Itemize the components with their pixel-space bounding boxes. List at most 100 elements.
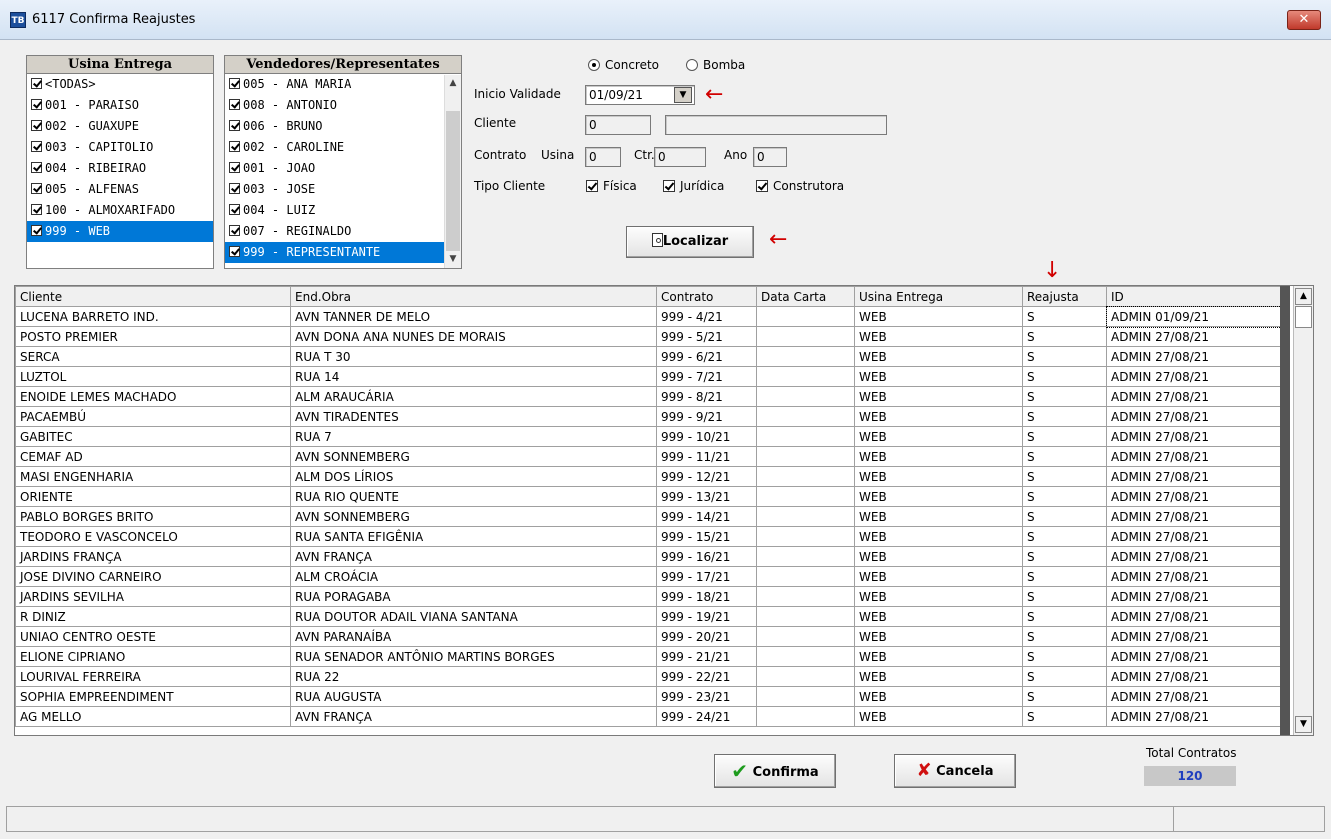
vendedores-list-item[interactable]: 004 - LUIZ xyxy=(225,200,444,221)
vendedores-list-item[interactable]: 006 - BRUNO xyxy=(225,116,444,137)
usina-field[interactable]: 0 xyxy=(585,147,621,167)
table-row[interactable]: MASI ENGENHARIA ALM DOS LÍRIOS 999 - 12/21… xyxy=(15,466,1283,487)
usina-list-item[interactable]: 002 - GUAXUPE xyxy=(27,116,213,137)
table-row[interactable]: JARDINS SEVILHA RUA PORAGABA 999 - 18/21 WE… xyxy=(15,586,1283,607)
table-row[interactable]: ORIENTE RUA RIO QUENTE 999 - 13/21 WEB S ADMI… xyxy=(15,486,1283,507)
usina-list-item[interactable]: 003 - CAPITOLIO xyxy=(27,137,213,158)
table-row[interactable]: ENOIDE LEMES MACHADO ALM ARAUCÁRIA 999 - 8… xyxy=(15,386,1283,407)
table-row[interactable]: UNIAO CENTRO OESTE AVN PARANAÍBA 999 - 20/… xyxy=(15,626,1283,647)
table-row[interactable]: AG MELLO AVN FRANÇA 999 - 24/21 WEB S ADMIN 2… xyxy=(15,706,1283,727)
table-cell: LOURIVAL FERREIRA xyxy=(15,666,291,687)
checkbox-icon[interactable] xyxy=(229,162,240,173)
column-header[interactable]: Data Carta xyxy=(756,286,855,307)
checkbox-icon[interactable] xyxy=(31,225,42,236)
date-dropdown-button[interactable]: ▼ xyxy=(674,87,692,103)
checkbox-icon[interactable] xyxy=(31,78,42,89)
table-row[interactable]: GABITEC RUA 7 999 - 10/21 WEB S ADMIN 27/08/2… xyxy=(15,426,1283,447)
table-row[interactable]: CEMAF AD AVN SONNEMBERG 999 - 11/21 WEB S ADM… xyxy=(15,446,1283,467)
checkbox-icon[interactable] xyxy=(31,120,42,131)
vendedores-list-item[interactable]: 005 - ANA MARIA xyxy=(225,74,444,95)
table-cell: S xyxy=(1022,366,1107,387)
checkbox-icon[interactable] xyxy=(229,183,240,194)
column-header[interactable]: Reajusta xyxy=(1022,286,1107,307)
table-row[interactable]: PACAEMBÚ AVN TIRADENTES 999 - 9/21 WEB S ADMI… xyxy=(15,406,1283,427)
usina-list-item[interactable]: 001 - PARAISO xyxy=(27,95,213,116)
checkbox-icon[interactable] xyxy=(229,246,240,257)
table-row[interactable]: PABLO BORGES BRITO AVN SONNEMBERG 999 - 14… xyxy=(15,506,1283,527)
table-row[interactable]: LUZTOL RUA 14 999 - 7/21 WEB S ADMIN 27/08/21 xyxy=(15,366,1283,387)
radio-concreto[interactable]: Concreto xyxy=(588,58,659,72)
close-button[interactable]: ✕ xyxy=(1287,10,1321,30)
vendedores-list-item[interactable]: 008 - ANTONIO xyxy=(225,95,444,116)
table-row[interactable]: R DINIZ RUA DOUTOR ADAIL VIANA SANTANA 999… xyxy=(15,606,1283,627)
cliente-code-field[interactable]: 0 xyxy=(585,115,651,135)
table-cell: S xyxy=(1022,526,1107,547)
ano-field[interactable]: 0 xyxy=(753,147,787,167)
vendedores-list-item[interactable]: 003 - JOSE xyxy=(225,179,444,200)
usina-list-item[interactable]: 005 - ALFENAS xyxy=(27,179,213,200)
checkbox-icon[interactable] xyxy=(31,141,42,152)
localizar-button[interactable]: Localizar xyxy=(626,226,754,258)
scroll-down-icon[interactable]: ▼ xyxy=(1295,716,1312,733)
table-cell: JARDINS SEVILHA xyxy=(15,586,291,607)
table-row[interactable]: LOURIVAL FERREIRA RUA 22 999 - 22/21 WEB S AD… xyxy=(15,666,1283,687)
scroll-thumb[interactable] xyxy=(1295,306,1312,328)
scroll-down-icon[interactable]: ▼ xyxy=(445,251,461,268)
table-cell: 999 - 8/21 xyxy=(656,386,757,407)
checkbox-icon[interactable] xyxy=(229,120,240,131)
column-header[interactable]: End.Obra xyxy=(290,286,657,307)
checkbox-icon[interactable] xyxy=(229,99,240,110)
column-header[interactable]: Usina Entrega xyxy=(854,286,1023,307)
usina-list-item[interactable]: 100 - ALMOXARIFADO xyxy=(27,200,213,221)
confirma-button[interactable]: ✔ Confirma xyxy=(714,754,836,788)
table-cell: 999 - 6/21 xyxy=(656,346,757,367)
table-cell: S xyxy=(1022,666,1107,687)
checkbox-icon[interactable] xyxy=(31,162,42,173)
column-header[interactable]: ID xyxy=(1106,286,1283,307)
table-cell: 999 - 11/21 xyxy=(656,446,757,467)
vendedores-list[interactable]: Vendedores/Representates 005 - ANA MARIA… xyxy=(224,55,462,269)
vendedores-scrollbar[interactable]: ▲ ▼ xyxy=(444,75,461,268)
vendedores-list-item[interactable]: 999 - REPRESENTANTE xyxy=(225,242,444,263)
checkbox-icon[interactable] xyxy=(31,99,42,110)
juridica-checkbox[interactable]: Jurídica xyxy=(663,179,724,193)
usina-list-item[interactable]: <TODAS> xyxy=(27,74,213,95)
checkbox-icon[interactable] xyxy=(31,183,42,194)
usina-list-item[interactable]: 999 - WEB xyxy=(27,221,213,242)
checkbox-icon[interactable] xyxy=(229,204,240,215)
cancela-button[interactable]: ✘ Cancela xyxy=(894,754,1016,788)
vendedores-list-item[interactable]: 001 - JOAO xyxy=(225,158,444,179)
table-row[interactable]: POSTO PREMIER AVN DONA ANA NUNES DE MORAI… xyxy=(15,326,1283,347)
vendedores-list-item[interactable]: 007 - REGINALDO xyxy=(225,221,444,242)
grid-scrollbar[interactable]: ▲ ▼ xyxy=(1293,286,1313,735)
scroll-up-icon[interactable]: ▲ xyxy=(1295,288,1312,305)
scroll-up-icon[interactable]: ▲ xyxy=(445,75,461,92)
ctr-field[interactable]: 0 xyxy=(654,147,706,167)
table-cell: 999 - 12/21 xyxy=(656,466,757,487)
fisica-checkbox[interactable]: Física xyxy=(586,179,637,193)
checkbox-icon[interactable] xyxy=(229,78,240,89)
table-row[interactable]: SOPHIA EMPREENDIMENT RUA AUGUSTA 999 - 23/… xyxy=(15,686,1283,707)
checkbox-icon[interactable] xyxy=(229,225,240,236)
table-row[interactable]: JOSE DIVINO CARNEIRO ALM CROÁCIA 999 - 17/… xyxy=(15,566,1283,587)
table-row[interactable]: TEODORO E VASCONCELO RUA SANTA EFIGÊNIA 99… xyxy=(15,526,1283,547)
vendedores-list-item[interactable]: 002 - CAROLINE xyxy=(225,137,444,158)
contracts-grid[interactable]: Cliente End.Obra Contrato Data Carta Usina E… xyxy=(14,285,1314,736)
radio-bomba[interactable]: Bomba xyxy=(686,58,745,72)
table-cell xyxy=(756,506,855,527)
table-row[interactable]: JARDINS FRANÇA AVN FRANÇA 999 - 16/21 WEB S A… xyxy=(15,546,1283,567)
usina-list-item[interactable]: 004 - RIBEIRAO xyxy=(27,158,213,179)
table-cell: RUA 22 xyxy=(290,666,657,687)
column-header[interactable]: Contrato xyxy=(656,286,757,307)
table-row[interactable]: SERCA RUA T 30 999 - 6/21 WEB S ADMIN 27/08/2… xyxy=(15,346,1283,367)
construtora-checkbox[interactable]: Construtora xyxy=(756,179,844,193)
table-row[interactable]: ELIONE CIPRIANO RUA SENADOR ANTÔNIO MARTI… xyxy=(15,646,1283,667)
column-header[interactable]: Cliente xyxy=(15,286,291,307)
checkbox-icon[interactable] xyxy=(229,141,240,152)
table-cell: RUA AUGUSTA xyxy=(290,686,657,707)
checkbox-icon[interactable] xyxy=(31,204,42,215)
usina-entrega-list[interactable]: Usina Entrega <TODAS> 001 - PARAISO 002 - … xyxy=(26,55,214,269)
table-row[interactable]: LUCENA BARRETO IND. AVN TANNER DE MELO 999… xyxy=(15,305,1284,328)
cliente-name-field[interactable] xyxy=(665,115,887,135)
scroll-thumb[interactable] xyxy=(446,111,460,251)
